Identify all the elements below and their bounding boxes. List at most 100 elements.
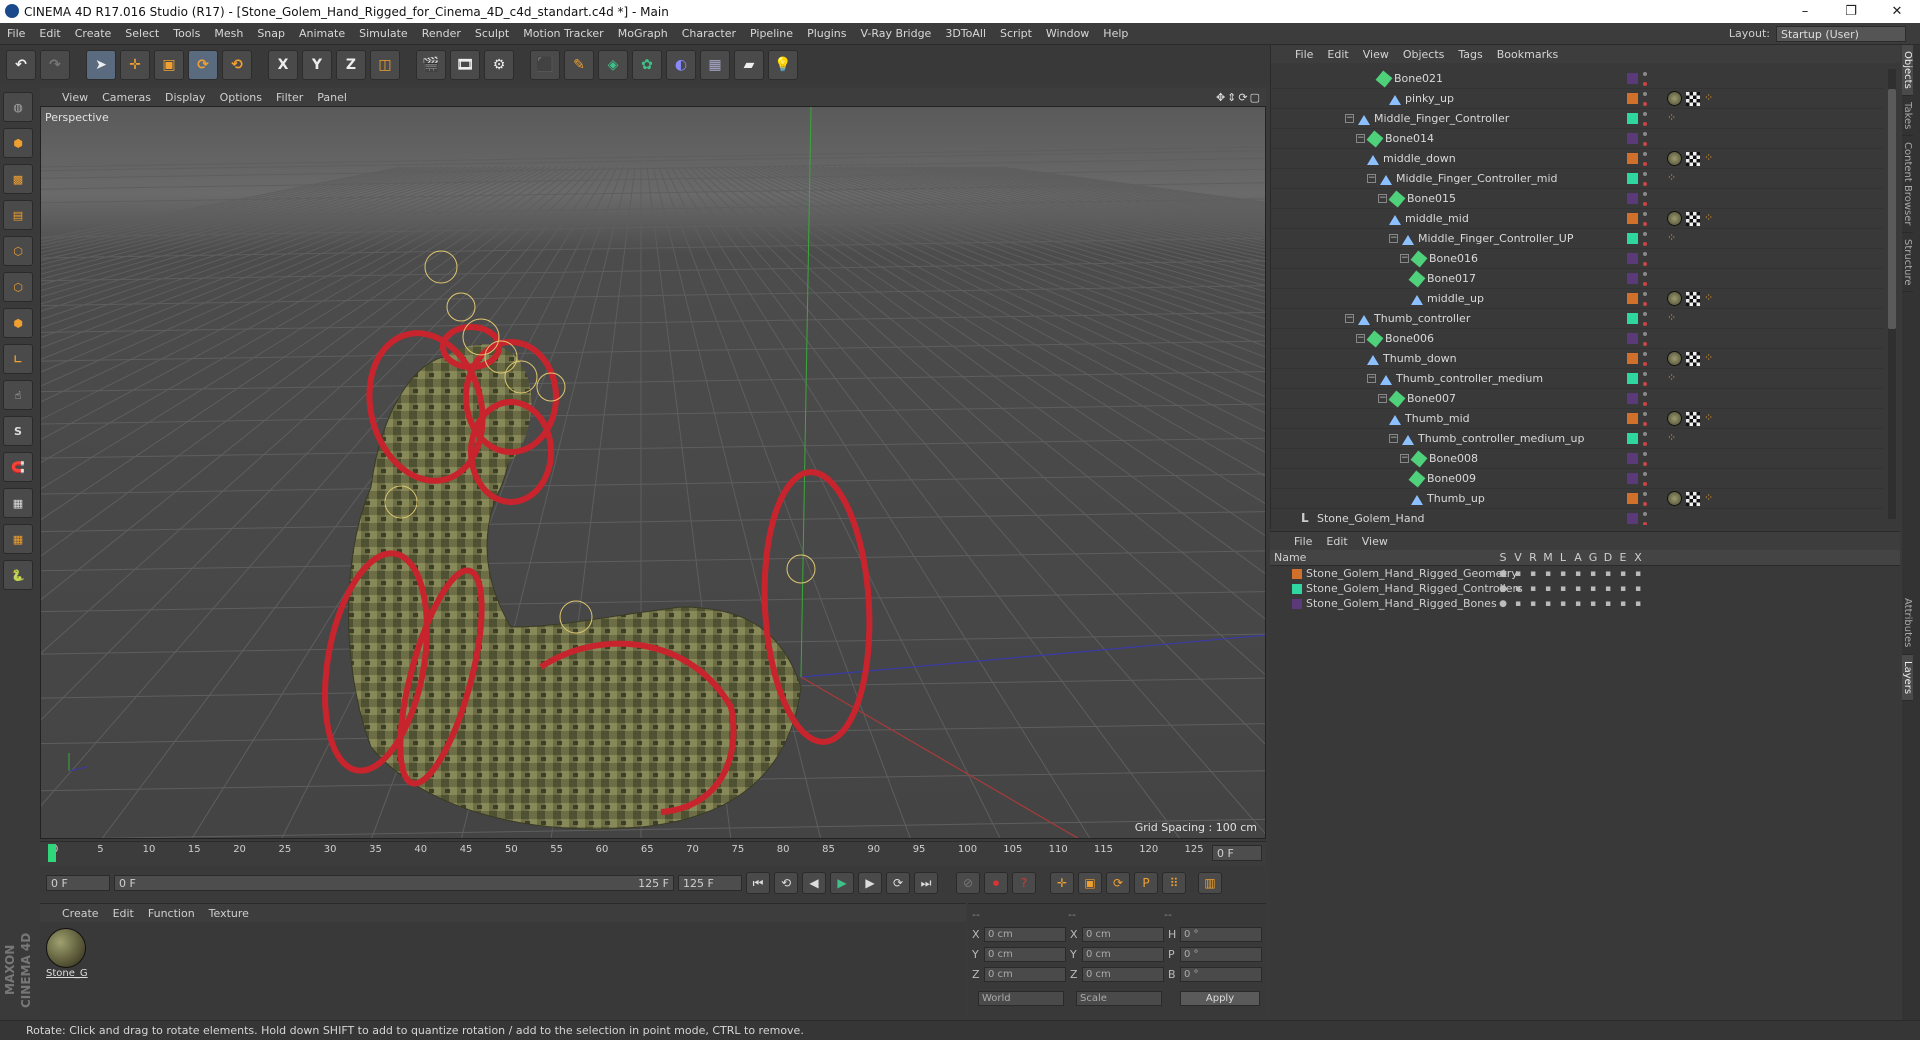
goto-end-icon[interactable]: ⏭ [914, 872, 938, 894]
coord-field[interactable]: 0 ° [1180, 966, 1262, 982]
menu-select[interactable]: Select [118, 27, 166, 40]
layer-toggle-icon[interactable]: ▪ [1527, 599, 1539, 609]
object-scrollbar[interactable] [1888, 69, 1896, 519]
visibility-dots-icon[interactable] [1643, 151, 1648, 166]
deformer-icon[interactable]: ◐ [666, 50, 696, 80]
visibility-dots-icon[interactable] [1643, 511, 1648, 525]
visibility-dots-icon[interactable] [1643, 451, 1648, 466]
object-row[interactable]: Bone017 [1271, 269, 1883, 289]
menu-pipeline[interactable]: Pipeline [743, 27, 800, 40]
visibility-dots-icon[interactable] [1643, 491, 1648, 506]
object-row[interactable]: Thumb_up ⁘ [1271, 489, 1883, 509]
menu-file[interactable]: File [0, 27, 32, 40]
layer-toggle-icon[interactable]: ▪ [1542, 584, 1554, 594]
menu-sculpt[interactable]: Sculpt [468, 27, 516, 40]
cube-primitive-icon[interactable]: ⬛ [530, 50, 560, 80]
material-menu-texture[interactable]: Texture [209, 907, 249, 920]
layer-color-swatch[interactable] [1627, 333, 1638, 344]
layout-dropdown[interactable]: Startup (User) [1776, 25, 1906, 42]
visibility-dots-icon[interactable] [1643, 371, 1648, 386]
prev-frame-icon[interactable]: ◀ [802, 872, 826, 894]
select-arrow-icon[interactable]: ➤ [86, 50, 116, 80]
layer-toggle-icon[interactable]: ▪ [1632, 599, 1644, 609]
menu-snap[interactable]: Snap [250, 27, 292, 40]
object-menu-file[interactable]: File [1295, 48, 1313, 61]
viewport-menu-view[interactable]: View [62, 91, 88, 104]
key-rotation-icon[interactable]: ⟳ [1106, 872, 1130, 894]
visibility-dots-icon[interactable] [1643, 311, 1648, 326]
ik-tag-icon[interactable]: ⁘ [1667, 311, 1681, 326]
polygons-mode-icon[interactable]: ⬢ [3, 308, 33, 338]
ik-tag-icon[interactable]: ⁘ [1667, 231, 1681, 246]
object-row[interactable]: − Thumb_controller ⁘ [1271, 309, 1883, 329]
layer-name[interactable]: Stone_Golem_Hand_Rigged_Bones [1306, 597, 1497, 610]
object-menu-view[interactable]: View [1363, 48, 1389, 61]
object-tree[interactable]: Bone021 pinky_up ⁘ − Middle_Finger_Controlle… [1271, 69, 1883, 525]
render-picture-viewer-icon[interactable]: 🎞 [450, 50, 480, 80]
side-tab-content-browser[interactable]: Content Browser [1902, 136, 1913, 233]
coord-field[interactable]: 0 cm [1082, 966, 1164, 982]
material-tag-icon[interactable] [1667, 91, 1682, 106]
minimize-button[interactable]: – [1782, 4, 1828, 19]
object-row[interactable]: Bone021 [1271, 69, 1883, 89]
expand-toggle-icon[interactable]: − [1367, 374, 1376, 383]
end-frame-field[interactable]: 125 F [678, 875, 742, 891]
key-position-icon[interactable]: ✛ [1050, 872, 1074, 894]
object-row[interactable]: − Middle_Finger_Controller_UP ⁘ [1271, 229, 1883, 249]
visibility-dots-icon[interactable] [1643, 191, 1648, 206]
layer-toggle-icon[interactable]: ▪ [1632, 584, 1644, 594]
layer-toggle-icon[interactable]: ▪ [1512, 584, 1524, 594]
viewport-navigation-icon[interactable]: ✥⇕⟳▢ [1216, 91, 1262, 104]
layer-toggle-icon[interactable]: ▪ [1527, 569, 1539, 579]
make-editable-icon[interactable]: ◍ [3, 92, 33, 122]
object-row[interactable]: − Thumb_controller_medium_up ⁘ [1271, 429, 1883, 449]
scale-icon[interactable]: ▣ [154, 50, 184, 80]
visibility-dots-icon[interactable] [1643, 251, 1648, 266]
material-tag-icon[interactable] [1667, 291, 1682, 306]
material-tag-icon[interactable] [1667, 211, 1682, 226]
menu-mesh[interactable]: Mesh [207, 27, 250, 40]
visibility-dots-icon[interactable] [1643, 351, 1648, 366]
timeline-ruler[interactable]: 0510152025303540455055606570758085909510… [40, 841, 1266, 865]
viewport-scene[interactable] [41, 107, 1266, 839]
layer-row[interactable]: Stone_Golem_Hand_Rigged_Geometry ● ▪ ▪ ▪ ▪ ▪ ▪ ▪… [1270, 566, 1900, 581]
expand-toggle-icon[interactable]: − [1356, 134, 1365, 143]
side-tab-takes[interactable]: Takes [1902, 96, 1913, 137]
floor-icon[interactable]: ▦ [700, 50, 730, 80]
menu-simulate[interactable]: Simulate [352, 27, 415, 40]
material-tag-icon[interactable] [1667, 491, 1682, 506]
texture-tag-icon[interactable] [1686, 151, 1700, 166]
ik-tag-icon[interactable]: ⁘ [1704, 411, 1718, 426]
ik-tag-icon[interactable]: ⁘ [1704, 491, 1718, 506]
coord-mode-dropdown[interactable]: Scale [1076, 990, 1162, 1006]
layer-toggle-icon[interactable]: ▪ [1557, 569, 1569, 579]
layer-color-swatch[interactable] [1627, 473, 1638, 484]
menu-create[interactable]: Create [68, 27, 119, 40]
object-row[interactable]: Bone009 [1271, 469, 1883, 489]
layer-toggle-icon[interactable]: ▪ [1632, 569, 1644, 579]
menu-v-ray-bridge[interactable]: V-Ray Bridge [853, 27, 938, 40]
layer-color-swatch[interactable] [1627, 173, 1638, 184]
locked-workplane-icon[interactable]: ▦ [3, 488, 33, 518]
visibility-dots-icon[interactable] [1643, 131, 1648, 146]
layer-color-swatch[interactable] [1627, 273, 1638, 284]
layer-column-g[interactable]: G [1587, 551, 1599, 564]
layer-menu-file[interactable]: File [1294, 535, 1312, 548]
object-row[interactable]: − Bone014 [1271, 129, 1883, 149]
layer-color-swatch[interactable] [1627, 73, 1638, 84]
coord-field[interactable]: 0 ° [1180, 926, 1262, 942]
viewport-menu-cameras[interactable]: Cameras [102, 91, 151, 104]
undo-icon[interactable]: ↶ [6, 50, 36, 80]
material-tag-icon[interactable] [1667, 411, 1682, 426]
x-axis-lock-button[interactable]: X [268, 50, 298, 80]
light-icon[interactable]: 💡 [768, 50, 798, 80]
play-icon[interactable]: ▶ [830, 872, 854, 894]
next-frame-icon[interactable]: ▶ [858, 872, 882, 894]
layer-toggle-icon[interactable]: ▪ [1602, 599, 1614, 609]
ik-tag-icon[interactable]: ⁘ [1667, 111, 1681, 126]
layer-toggle-icon[interactable]: ▪ [1557, 584, 1569, 594]
side-tab-objects[interactable]: Objects [1902, 45, 1913, 96]
texture-tag-icon[interactable] [1686, 91, 1700, 106]
visibility-dots-icon[interactable] [1643, 471, 1648, 486]
side-tab-structure[interactable]: Structure [1902, 233, 1913, 293]
